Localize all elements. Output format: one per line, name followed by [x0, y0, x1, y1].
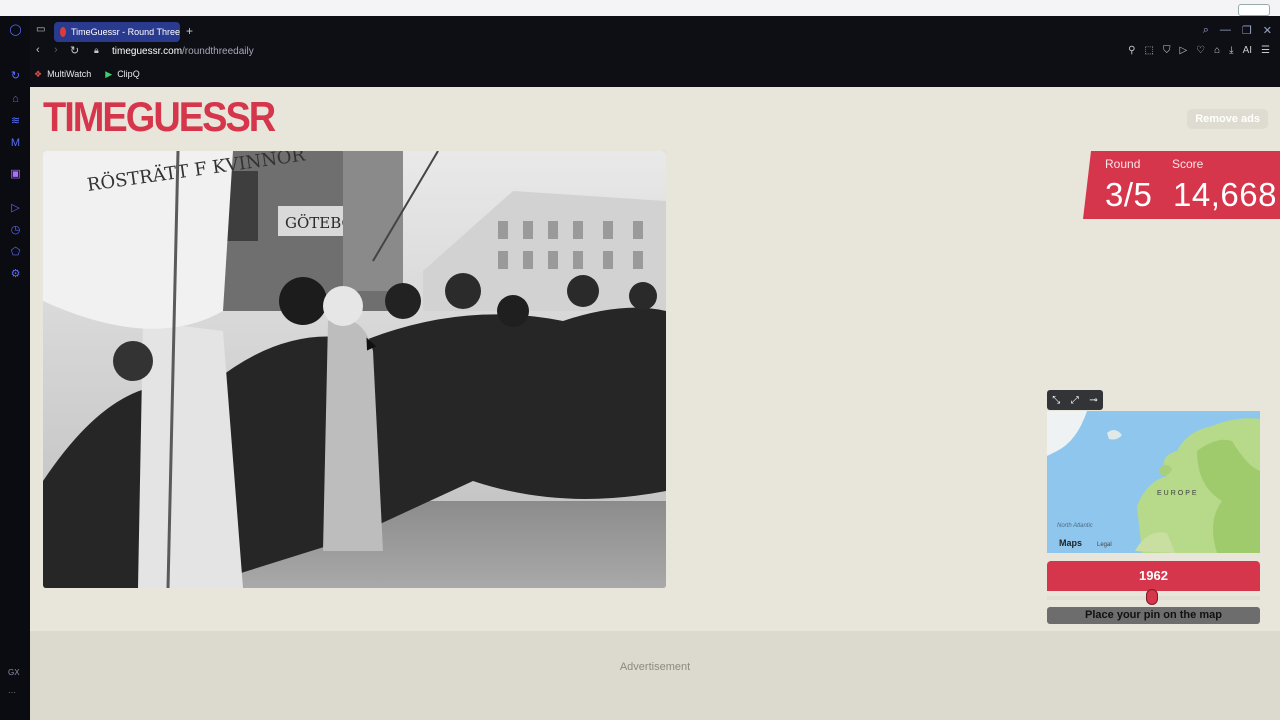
shrink-map-icon[interactable]: ⤢: [1071, 395, 1079, 406]
messenger-icon[interactable]: M: [9, 137, 22, 150]
download-icon[interactable]: ⤓: [1229, 45, 1233, 56]
browser-sidebar: ◯ ↻ ⌂ ≋ M ▣ ▷ ◷ ⬠ ⚙ GX ···: [0, 16, 30, 720]
timeguessr-favicon-icon: [60, 27, 66, 37]
reload-icon[interactable]: ↻: [70, 44, 79, 57]
round-label: Round: [1105, 157, 1141, 171]
remove-ads-button[interactable]: Remove ads: [1187, 109, 1268, 129]
restore-icon[interactable]: ❐: [1242, 24, 1252, 37]
timeguessr-logo[interactable]: TIMEGUESSR: [43, 97, 276, 139]
aria-ai-icon[interactable]: AI: [1243, 45, 1252, 56]
score-value: 14,668: [1173, 176, 1277, 213]
bookmark-label: MultiWatch: [47, 69, 92, 79]
menu-icon[interactable]: ☰: [1261, 45, 1270, 56]
back-arrow-icon[interactable]: ‹: [36, 44, 40, 56]
year-slider-handle[interactable]: [1146, 589, 1158, 605]
play-icon[interactable]: ▷: [1179, 45, 1187, 56]
minimize-icon[interactable]: —: [1220, 24, 1231, 37]
heart-icon[interactable]: ♡: [1196, 45, 1205, 56]
tab-timeguessr[interactable]: TimeGuessr - Round Three: [54, 22, 180, 42]
bag-icon[interactable]: ⌂: [9, 93, 22, 106]
search-tabs-icon[interactable]: ⌕: [1203, 24, 1209, 37]
round-photo: GÖTEBORGS RÖSTRÄTT F KVINNOR: [43, 151, 666, 588]
url-path: /roundthreedaily: [182, 46, 254, 57]
tab-title: TimeGuessr - Round Three: [70, 27, 180, 37]
guess-map[interactable]: EUROPE North Atlantic Maps Legal: [1047, 411, 1260, 553]
page-content: TIMEGUESSR Remove ads GÖTEBORGS RÖSTRÄTT…: [30, 87, 1280, 720]
bookmark-clipq[interactable]: ▶ ClipQ: [105, 69, 139, 80]
layers-icon[interactable]: ≋: [9, 115, 22, 128]
tab-bar: ▭ TimeGuessr - Round Three + ⌕ — ❐ ✕: [30, 20, 1280, 42]
snapshot-icon[interactable]: ⬚: [1144, 45, 1153, 56]
wallet-icon[interactable]: ⌂: [1214, 45, 1220, 56]
toolbar-icons: ⚲ ⬚ ⛉ ▷ ♡ ⌂ ⤓ AI ☰: [1128, 45, 1270, 56]
bookmark-multiwatch[interactable]: ❖ MultiWatch: [34, 69, 91, 80]
pin-icon[interactable]: ⚲: [1128, 45, 1135, 56]
maps-attribution: Maps: [1059, 538, 1082, 548]
new-tab-plus-icon[interactable]: +: [186, 24, 193, 38]
opera-logo-icon[interactable]: ◯: [9, 24, 22, 37]
more-icon[interactable]: ···: [8, 688, 16, 697]
address-bar: ‹ › ↻ 🔒︎ timeguessr.com/roundthreedaily …: [30, 42, 1280, 62]
lock-icon[interactable]: 🔒︎: [94, 45, 99, 56]
bookmarks-bar: ❖ MultiWatch ▶ ClipQ: [30, 64, 1280, 84]
settings-icon[interactable]: ⚙: [9, 268, 22, 281]
advertisement-label: Advertisement: [619, 661, 691, 673]
close-icon[interactable]: ✕: [1263, 24, 1272, 37]
gx-label[interactable]: GX: [8, 668, 20, 677]
map-size-controls: ⤡ ⤢ ⊸: [1047, 390, 1103, 410]
expand-map-icon[interactable]: ⤡: [1052, 395, 1060, 406]
multiwatch-icon: ❖: [34, 68, 43, 79]
map-ocean-label: North Atlantic: [1057, 523, 1093, 529]
extensions-icon[interactable]: ⬠: [9, 246, 22, 259]
score-label: Score: [1172, 157, 1204, 171]
place-pin-button[interactable]: Place your pin on the map: [1047, 607, 1260, 624]
pin-map-icon[interactable]: ⊸: [1089, 395, 1097, 406]
forward-arrow-icon[interactable]: ›: [54, 44, 58, 56]
play-icon: ▶: [105, 68, 113, 79]
map-region-label: EUROPE: [1157, 490, 1199, 497]
history-icon[interactable]: ◷: [9, 224, 22, 237]
advertisement-band: Advertisement: [30, 631, 1280, 720]
round-score-card: Round Score 3/5 14,668: [1083, 151, 1280, 219]
refresh-panel-icon[interactable]: ↻: [9, 70, 22, 83]
maps-legal-link[interactable]: Legal: [1097, 542, 1112, 548]
tab-overview-icon[interactable]: ▭: [36, 24, 45, 35]
player-icon[interactable]: ▷: [9, 202, 22, 215]
browser-window: ◯ ↻ ⌂ ≋ M ▣ ▷ ◷ ⬠ ⚙ GX ··· ▭ TimeGuessr …: [0, 16, 1280, 720]
url-field[interactable]: timeguessr.com/roundthreedaily: [112, 46, 254, 57]
round-value: 3/5: [1105, 176, 1153, 213]
window-controls: ⌕ — ❐ ✕: [1203, 24, 1272, 37]
europe-map[interactable]: EUROPE North Atlantic Maps Legal: [1047, 411, 1260, 553]
year-display: 1962: [1047, 561, 1260, 591]
twitch-icon[interactable]: ▣: [9, 168, 22, 181]
historic-street-photo: GÖTEBORGS RÖSTRÄTT F KVINNOR: [43, 151, 666, 588]
bookmark-label: ClipQ: [117, 69, 140, 79]
os-top-widget[interactable]: [1238, 4, 1270, 16]
url-domain: timeguessr.com: [112, 46, 183, 57]
shield-icon[interactable]: ⛉: [1163, 45, 1171, 56]
os-top-strip: [0, 0, 1280, 16]
